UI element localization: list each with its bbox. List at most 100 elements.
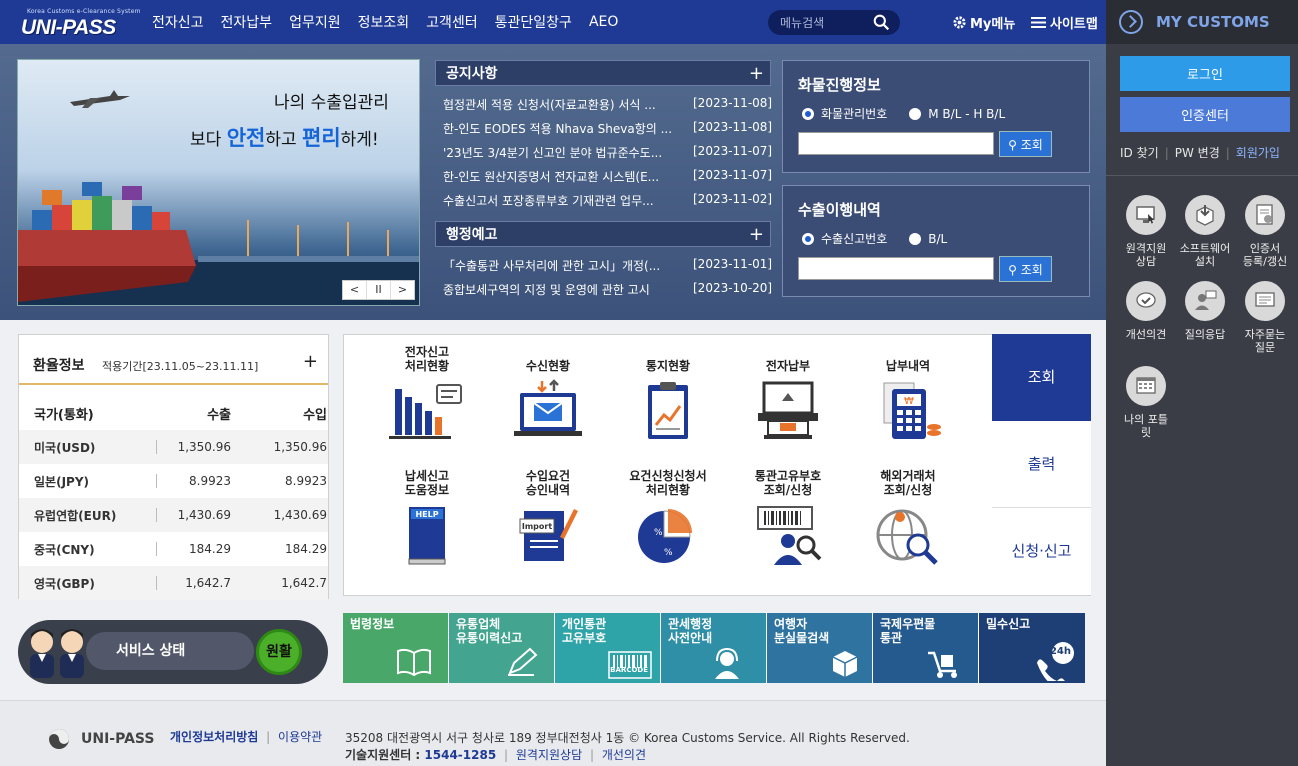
notice-item[interactable]: 수출신고서 포장종류부호 기재관련 업무... [2023-11-02] bbox=[443, 192, 773, 215]
quick-software-install[interactable]: 소프트웨어 설치 bbox=[1177, 195, 1233, 268]
notice-item[interactable]: '23년도 3/4분기 신고인 분야 법규준수도... [2023-11-07] bbox=[443, 144, 773, 167]
sidebar-collapse-icon[interactable] bbox=[1119, 10, 1143, 34]
svc-overseas-partner[interactable]: 해외거래처 조회/신청 bbox=[849, 467, 967, 567]
export-number-input[interactable] bbox=[798, 257, 994, 280]
menu-search-input[interactable] bbox=[780, 14, 870, 31]
footer-support: 기술지원센터 : 1544-1285 | 원격지원상담 | 개선의견 bbox=[345, 746, 646, 763]
nav-item-aeo[interactable]: AEO bbox=[589, 14, 618, 30]
svc-tax-help[interactable]: 납세신고 도움정보 HELP bbox=[368, 467, 486, 567]
notice-item-title: 협정관세 적용 신청서(자료교환용) 서식 ... bbox=[443, 98, 656, 112]
cert-center-button[interactable]: 인증센터 bbox=[1120, 97, 1290, 132]
banner-text: 보다 bbox=[190, 130, 227, 150]
tab-apply[interactable]: 신청·신고 bbox=[992, 508, 1091, 595]
notice-item[interactable]: 협정관세 적용 신청서(자료교환용) 서식 ... [2023-11-08] bbox=[443, 96, 773, 119]
change-pw-link[interactable]: PW 변경 bbox=[1175, 144, 1220, 161]
feedback-link[interactable]: 개선의견 bbox=[602, 748, 646, 762]
find-id-link[interactable]: ID 찾기 bbox=[1120, 144, 1159, 161]
gear-icon bbox=[953, 16, 966, 29]
quick-feedback[interactable]: 개선의견 bbox=[1118, 281, 1174, 341]
exchange-rate-period: 적용기간[23.11.05~23.11.11] bbox=[102, 360, 259, 373]
unipass-logo[interactable]: Korea Customs e-Clearance System UNI-PAS… bbox=[17, 6, 140, 39]
banner-pause-button[interactable]: II bbox=[367, 281, 391, 299]
sidebar-title: MY CUSTOMS bbox=[1156, 13, 1270, 31]
privacy-policy-link[interactable]: 개인정보처리방침 bbox=[170, 730, 258, 744]
notice-item-title: '23년도 3/4분기 신고인 분야 법규준수도... bbox=[443, 146, 663, 160]
banner-next-button[interactable]: > bbox=[391, 281, 414, 299]
quick-qna[interactable]: 질의응답 bbox=[1177, 281, 1233, 341]
notice-more-button[interactable]: + bbox=[749, 61, 764, 87]
nav-item-e-payment[interactable]: 전자납부 bbox=[221, 12, 273, 32]
admin-notice-item[interactable]: 「수출통관 사무처리에 관한 고시」개정(... [2023-11-01] bbox=[443, 257, 773, 280]
cargo-search-button[interactable]: ⚲ 조회 bbox=[999, 131, 1052, 157]
my-menu-button[interactable]: My메뉴 bbox=[952, 13, 1015, 32]
tile-law-info[interactable]: 법령정보 bbox=[343, 613, 449, 683]
terms-link[interactable]: 이용약관 bbox=[278, 730, 322, 744]
admin-notice-more-button[interactable]: + bbox=[749, 222, 764, 248]
cargo-bl-radio[interactable] bbox=[909, 107, 922, 120]
parcel-icon bbox=[832, 651, 858, 677]
svc-label: 수입요건 승인내역 bbox=[525, 469, 571, 497]
radio-label: 수출신고번호 bbox=[821, 232, 888, 246]
import-doc-icon: Import bbox=[519, 509, 578, 561]
nav-item-info-lookup[interactable]: 정보조회 bbox=[358, 12, 410, 32]
svc-receive-status[interactable]: 수신현황 bbox=[489, 343, 607, 443]
exchange-rate-more-button[interactable]: + bbox=[303, 351, 318, 372]
exchange-rate-column-header: 국가(통화) 수출 수입 bbox=[19, 396, 328, 430]
nav-item-e-declaration[interactable]: 전자신고 bbox=[152, 12, 204, 32]
tile-lost-property[interactable]: 여행자 분실물검색 bbox=[767, 613, 873, 683]
notice-item-date: [2023-11-07] bbox=[693, 168, 773, 182]
laptop-mail-icon bbox=[514, 379, 582, 436]
tile-personal-customs-code[interactable]: 개인통관 고유부호 BARCODE bbox=[555, 613, 661, 683]
svc-notice-status[interactable]: 통지현황 bbox=[609, 343, 727, 443]
sitemap-button[interactable]: 사이트맵 bbox=[1031, 13, 1098, 32]
export-search-button[interactable]: ⚲ 조회 bbox=[999, 256, 1052, 282]
svc-requirement-status[interactable]: 요건신청신청서 처리현황 %% bbox=[609, 467, 727, 567]
tab-lookup[interactable]: 조회 bbox=[992, 334, 1091, 421]
admin-notice-item-date: [2023-11-01] bbox=[693, 257, 773, 271]
nav-item-single-window[interactable]: 통관단일창구 bbox=[495, 12, 572, 32]
remote-support-link[interactable]: 원격지원상담 bbox=[516, 748, 582, 762]
quick-certificate[interactable]: 인증서 등록/갱신 bbox=[1237, 195, 1293, 268]
tile-smuggling-report[interactable]: 밀수신고 24h bbox=[979, 613, 1085, 683]
quick-remote-support[interactable]: 원격지원 상담 bbox=[1118, 195, 1174, 268]
join-link[interactable]: 회원가입 bbox=[1236, 144, 1280, 161]
tile-distribution-report[interactable]: 유통업체 유통이력신고 bbox=[449, 613, 555, 683]
nav-item-business-support[interactable]: 업무지원 bbox=[289, 12, 341, 32]
search-icon[interactable] bbox=[873, 14, 890, 31]
banner-subtitle: 보다 안전하고 편리하게! bbox=[190, 122, 379, 152]
calculator-icon: ₩ bbox=[883, 382, 941, 439]
nav-item-customer-center[interactable]: 고객센터 bbox=[426, 12, 478, 32]
quick-faq[interactable]: 자주묻는 질문 bbox=[1237, 281, 1293, 354]
svc-e-payment[interactable]: 전자납부 bbox=[729, 343, 847, 443]
main-banner[interactable]: 나의 수출입관리 보다 안전하고 편리하게! bbox=[17, 59, 420, 306]
svc-declaration-status[interactable]: 전자신고 처리현황 bbox=[368, 343, 486, 443]
cargo-mgmt-no-radio[interactable] bbox=[802, 107, 814, 120]
notice-item[interactable]: 한-인도 원산지증명서 전자교환 시스템(E... [2023-11-07] bbox=[443, 168, 773, 191]
cargo-number-input[interactable] bbox=[798, 132, 994, 155]
login-button[interactable]: 로그인 bbox=[1120, 56, 1290, 91]
certificate-icon bbox=[1245, 195, 1285, 235]
export-bl-radio[interactable] bbox=[909, 232, 922, 245]
quick-label: 소프트웨어 설치 bbox=[1179, 242, 1231, 268]
notice-item-date: [2023-11-07] bbox=[693, 144, 773, 158]
account-links: ID 찾기 | PW 변경 | 회원가입 bbox=[1120, 144, 1280, 161]
quick-label: 질의응답 bbox=[1184, 328, 1226, 341]
svc-payment-history[interactable]: 납부내역 ₩ bbox=[849, 343, 967, 443]
export-decl-no-radio[interactable] bbox=[802, 232, 814, 245]
admin-notice-item-date: [2023-10-20] bbox=[693, 281, 773, 295]
svc-customs-code[interactable]: 통관고유부호 조회/신청 bbox=[729, 467, 847, 567]
tile-label: 유통업체 유통이력신고 bbox=[456, 617, 523, 645]
admin-notice-item[interactable]: 종합보세구역의 지정 및 운영에 관한 고시 [2023-10-20] bbox=[443, 281, 773, 304]
tile-intl-mail[interactable]: 국제우편물 통관 bbox=[873, 613, 979, 683]
admin-notice-item-title: 「수출통관 사무처리에 관한 고시」개정(... bbox=[443, 259, 661, 273]
tile-pre-guidance[interactable]: 관세행정 사전안내 bbox=[661, 613, 767, 683]
search-icon: ⚲ bbox=[1008, 137, 1017, 152]
banner-prev-button[interactable]: < bbox=[343, 281, 367, 299]
svc-import-approval[interactable]: 수입요건 승인내역 Import bbox=[489, 467, 607, 567]
notice-item[interactable]: 한-인도 EODES 적용 Nhava Sheva항의 ... [2023-11-… bbox=[443, 120, 773, 143]
page-footer: UNI-PASS 개인정보처리방침 | 이용약관 35208 대전광역시 서구 … bbox=[0, 700, 1106, 766]
quick-my-portlet[interactable]: 나의 포틀 릿 bbox=[1118, 366, 1174, 439]
link-separator: | bbox=[589, 748, 595, 762]
tab-print[interactable]: 출력 bbox=[992, 421, 1091, 508]
tile-label: 관세행정 사전안내 bbox=[668, 617, 713, 645]
